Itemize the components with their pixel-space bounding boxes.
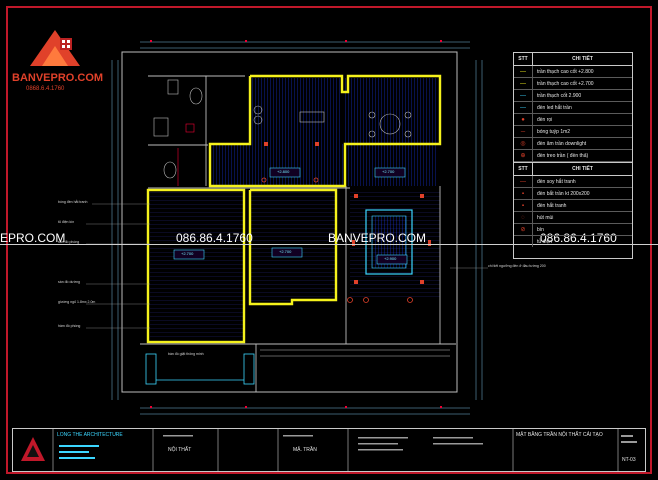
legend-symbol: — (514, 66, 533, 77)
legend-row: — trần thạch cốt 2.900 (514, 90, 632, 102)
discipline-label: NỘI THẤT (168, 447, 192, 453)
legend-symbol: ◌ (514, 212, 533, 223)
ceiling-hatch-bedroom1 (150, 192, 244, 340)
legend-label: đèn âm trần downlight (537, 140, 587, 147)
legend-label: trần thạch cao cốt +2.700 (537, 80, 594, 87)
watermark-text: BANVEPRO.COM (328, 231, 427, 245)
legend-row: ⊘ bìn (514, 224, 632, 236)
ceiling-level-label: +2.700 (181, 251, 194, 256)
legend-row: ─ bóng tuýp 1m2 (514, 126, 632, 138)
legend-label: trần thạch cao cốt +2.800 (537, 68, 594, 75)
legend-symbol: — (514, 90, 533, 101)
legend-row: tủ điện (514, 236, 632, 247)
note-label: hầm đồ phòng (58, 324, 81, 328)
legend-label: đèn bắt trần kt 200x200 (537, 190, 590, 197)
legend-label: tủ điện (537, 238, 553, 245)
legend-row: ⊕ đèn treo trần ( đèn thả) (514, 150, 632, 162)
note-label: giường ngủ 1.8mx 2.0m (58, 300, 96, 304)
legend-header: STT CHI TIẾT (514, 162, 632, 176)
legend-header: STT CHI TIẾT (514, 53, 632, 66)
legend-symbol: — (514, 78, 533, 89)
legend-row: ◎ đèn âm trần downlight (514, 138, 632, 150)
drawing-title: MẶT BẰNG TRẦN NỘI THẤT CẢI TẠO (516, 432, 603, 438)
legend-label: đèn soy hắt tranh (537, 178, 576, 185)
legend-row: — trần thạch cao cốt +2.800 (514, 66, 632, 78)
ceiling-hatch-dining (345, 144, 437, 186)
legend-symbol: ◎ (514, 138, 533, 149)
bathroom-fixtures (153, 79, 203, 186)
legend-symbol: ● (514, 114, 533, 125)
ceiling-level-label: +2.800 (277, 169, 290, 174)
balcony (145, 353, 255, 385)
ceiling-hatch-living (250, 78, 342, 144)
legend-symbol: — (514, 176, 533, 187)
legend-row: — trần thạch cao cốt +2.700 (514, 78, 632, 90)
legend-table: STT CHI TIẾT — trần thạch cao cốt +2.800 … (513, 52, 633, 259)
legend-label: hút mùi (537, 214, 554, 221)
legend-symbol: ⊕ (514, 150, 533, 161)
legend-row: — đèn led hắt trần (514, 102, 632, 114)
ceiling-level-label: +2.900 (384, 256, 397, 261)
legend-label: đèn led hắt trần (537, 104, 572, 111)
note-label: bàn đồ giặt thông minh (168, 352, 204, 356)
legend-symbol: — (514, 102, 533, 113)
note-label: tủ điện kín (58, 220, 75, 224)
watermark-text: EPRO.COM (0, 231, 66, 245)
legend-label: bóng tuýp 1m2 (537, 128, 571, 135)
legend-row: — đèn soy hắt tranh (514, 176, 632, 188)
legend-symbol: ⊘ (514, 224, 533, 235)
legend-row: ▪ đèn bắt trần kt 200x200 (514, 188, 632, 200)
legend-label: bìn (537, 226, 544, 233)
legend-symbol (514, 236, 533, 247)
legend-row: ● đèn rọi (514, 114, 632, 126)
note-label: sàn đồ dường (58, 280, 80, 284)
ceiling-level-label: +2.700 (382, 169, 395, 174)
legend-label: đèn rọi (537, 116, 553, 123)
legend-row: ▪ đèn hắt tranh (514, 200, 632, 212)
company-name: LONG THE ARCHITECTURE (57, 432, 123, 438)
note-label: chi tiết ngưỡng đèn ở đầu tường 200 (488, 264, 546, 268)
legend-symbol: ▪ (514, 200, 533, 211)
legend-symbol: ▪ (514, 188, 533, 199)
legend-symbol: ─ (514, 126, 533, 137)
legend-col-stt: STT (514, 163, 533, 175)
legend-col-detail: CHI TIẾT (572, 56, 593, 62)
legend-label: trần thạch cốt 2.900 (537, 92, 582, 99)
watermark-phone: 086.86.4.1760 (176, 231, 253, 245)
legend-col-detail: CHI TIẾT (572, 166, 593, 172)
legend-label: đèn hắt tranh (537, 202, 567, 209)
ceiling-hatch-bedroom2 (250, 192, 336, 302)
title-block: LONG THE ARCHITECTURE NỘI THẤT MẶ. TRẦN … (12, 428, 646, 472)
sheet-number: NT-03 (622, 457, 636, 463)
balcony-rail (260, 349, 450, 357)
legend-label: đèn treo trần ( đèn thả) (537, 152, 589, 159)
legend-row: ◌ hút mùi (514, 212, 632, 224)
ceiling-hatch-hall (210, 144, 345, 186)
plan-type-label: MẶ. TRẦN (293, 447, 317, 453)
legend-col-stt: STT (514, 53, 533, 65)
ceiling-level-label: +2.700 (279, 249, 292, 254)
note-label: bóng đèn hắt tranh (58, 200, 88, 204)
